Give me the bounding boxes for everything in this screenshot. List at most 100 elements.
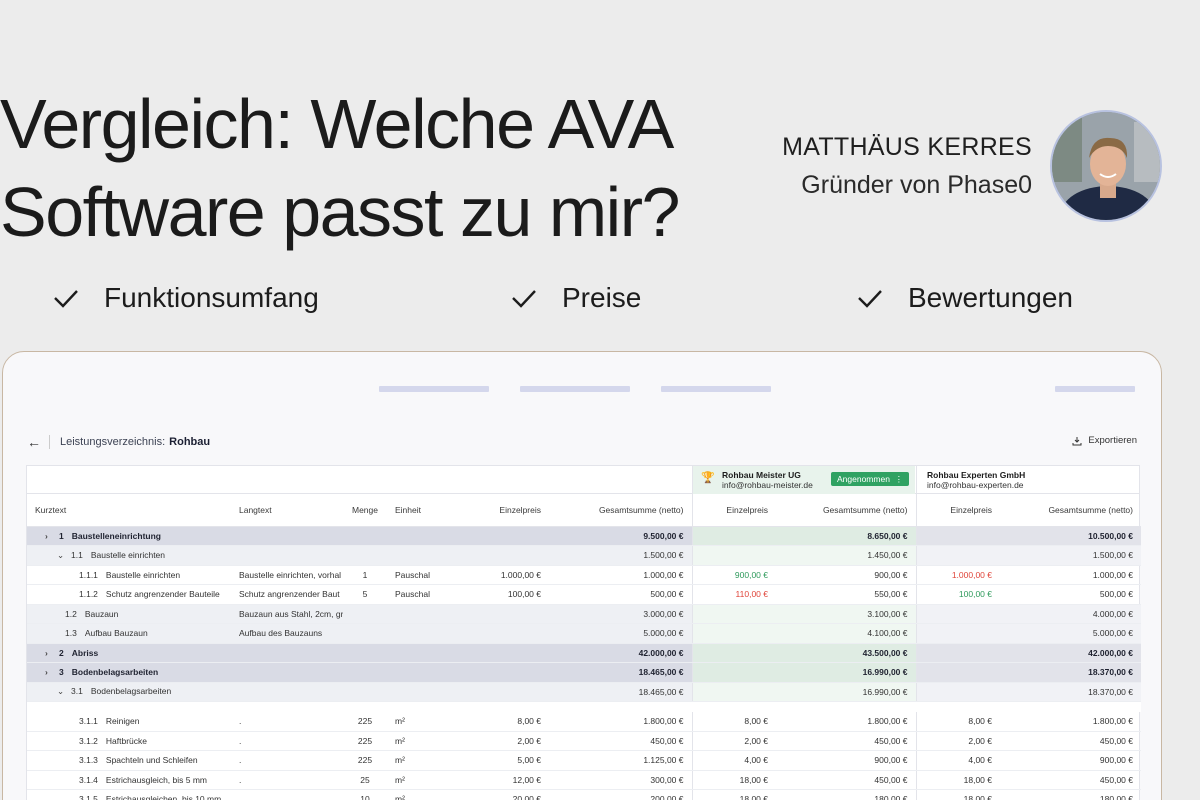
- cell-vendor2-einzelpreis: [915, 623, 1000, 644]
- table-row[interactable]: 3.1.2 Haftbrücke. 225 m² 2,00 €450,00 €2,00 …: [27, 731, 1141, 751]
- table-row[interactable]: 1.1.2 Schutz angrenzender Bauteile Schutz …: [27, 584, 1141, 605]
- cell-einzelpreis: [467, 545, 549, 566]
- column-header-vendor2-gesamtsumme[interactable]: Gesamtsumme (netto): [1000, 494, 1141, 527]
- checkmark-icon: [858, 290, 882, 308]
- column-header-einheit[interactable]: Einheit: [387, 494, 467, 527]
- cell-gesamtsumme: 1.000,00 €: [549, 565, 692, 585]
- column-header-vendor1-einzelpreis[interactable]: Einzelpreis: [691, 494, 776, 527]
- cell-kurztext: 1.2 Bauzaun: [27, 604, 231, 624]
- headline-line-1: Vergleich: Welche AVA: [0, 85, 674, 163]
- cell-einheit: Pauschal: [387, 584, 467, 605]
- position-number: 3.1.4: [79, 774, 98, 785]
- table-group-row[interactable]: › 1 Baustelleneinrichtung 9.500,00 € 8.650,0…: [27, 526, 1141, 546]
- cell-vendor1-einzelpreis: 8,00 €: [691, 711, 776, 732]
- comparison-table: 🏆 Rohbau Meister UG info@rohbau-meister.…: [26, 465, 1141, 800]
- cell-vendor2-gesamtsumme: 10.500,00 €: [1000, 526, 1141, 546]
- table-row[interactable]: 3.1.1 Reinigen. 225 m² 8,00 €1.800,00 €8,00 …: [27, 711, 1141, 732]
- cell-einheit: m²: [387, 750, 467, 771]
- vendor-header-rohbau-meister: 🏆 Rohbau Meister UG info@rohbau-meister.…: [692, 466, 915, 494]
- cell-vendor1-gesamtsumme: 16.990,00 €: [776, 682, 916, 702]
- cell-kurztext: ⌄ 1.1 Baustelle einrichten: [27, 545, 231, 566]
- cell-vendor2-gesamtsumme: 1.000,00 €: [1000, 565, 1141, 585]
- table-row[interactable]: 3.1.3 Spachteln und Schleifen. 225 m² 5,00 €…: [27, 750, 1141, 771]
- cell-einzelpreis: [467, 643, 549, 663]
- cell-vendor1-gesamtsumme: 900,00 €: [776, 750, 916, 771]
- position-label: Aufbau Bauzaun: [84, 628, 148, 639]
- cell-einheit: [387, 604, 467, 624]
- cell-vendor1-einzelpreis: [691, 623, 776, 644]
- cell-vendor2-einzelpreis: [915, 682, 1000, 702]
- cell-gesamtsumme: 500,00 €: [549, 584, 692, 605]
- table-row[interactable]: 3.1.4 Estrichausgleich, bis 5 mm. 25 m² 12,0…: [27, 770, 1141, 790]
- cell-kurztext: 1.1.1 Baustelle einrichten: [27, 565, 231, 585]
- cell-gesamtsumme: 9.500,00 €: [549, 526, 692, 546]
- cell-menge: 25: [343, 770, 387, 790]
- chevron-right-icon[interactable]: ›: [45, 648, 59, 658]
- cell-einheit: [387, 643, 467, 663]
- chevron-right-icon[interactable]: ›: [45, 667, 59, 677]
- cell-menge: 10: [343, 789, 387, 800]
- back-arrow-icon[interactable]: ←: [27, 434, 41, 450]
- author-info: MATTHÄUS KERRES Gründer von Phase0: [782, 132, 1032, 200]
- cell-vendor1-gesamtsumme: 900,00 €: [776, 565, 916, 585]
- column-header-langtext[interactable]: Langtext: [231, 494, 343, 527]
- position-number: 1.3: [65, 628, 77, 639]
- cell-vendor1-gesamtsumme: 550,00 €: [776, 584, 916, 605]
- nav-tab-placeholder-4[interactable]: [1055, 386, 1135, 392]
- cell-gesamtsumme: 18.465,00 €: [549, 682, 692, 702]
- cell-langtext: Schutz angrenzender Baut: [231, 584, 343, 605]
- cell-vendor1-einzelpreis: [691, 662, 776, 683]
- export-button[interactable]: Exportieren: [1072, 435, 1137, 446]
- nav-tab-placeholder-3[interactable]: [661, 386, 771, 392]
- table-subgroup-row[interactable]: ⌄ 1.1 Baustelle einrichten 1.500,00 € 1.450,…: [27, 545, 1141, 566]
- cell-vendor2-einzelpreis: 1.000,00 €: [915, 565, 1000, 585]
- cell-gesamtsumme: 1.125,00 €: [549, 750, 692, 771]
- chevron-down-icon[interactable]: ⌄: [57, 550, 71, 561]
- table-row[interactable]: 3.1.5 Estrichausgleichen, bis 10 mm. 10 m² 2…: [27, 789, 1141, 800]
- cell-langtext: [231, 545, 343, 566]
- cell-kurztext: › 1 Baustelleneinrichtung: [27, 526, 231, 546]
- nav-tab-placeholder-1[interactable]: [379, 386, 489, 392]
- position-number: 3.1.3: [79, 755, 98, 766]
- cell-einheit: [387, 526, 467, 546]
- nav-tab-placeholder-2[interactable]: [520, 386, 630, 392]
- cell-vendor2-einzelpreis: 8,00 €: [915, 711, 1000, 732]
- table-subgroup-row[interactable]: 1.2 Bauzaun Bauzaun aus Stahl, 2cm, gro 3.0…: [27, 604, 1141, 624]
- cell-vendor1-gesamtsumme: 16.990,00 €: [776, 662, 916, 683]
- column-header-menge[interactable]: Menge: [343, 494, 387, 527]
- cell-langtext: [231, 682, 343, 702]
- column-header-vendor1-gesamtsumme[interactable]: Gesamtsumme (netto): [776, 494, 916, 527]
- table-group-row[interactable]: › 3 Bodenbelagsarbeiten 18.465,00 € 16.990,0…: [27, 662, 1141, 683]
- position-label: Baustelle einrichten: [90, 549, 166, 560]
- cell-vendor2-gesamtsumme: 18.370,00 €: [1000, 682, 1141, 702]
- cell-gesamtsumme: 42.000,00 €: [549, 643, 692, 663]
- cell-vendor1-einzelpreis: [691, 682, 776, 702]
- cell-gesamtsumme: 300,00 €: [549, 770, 692, 790]
- author-role: Gründer von Phase0: [801, 171, 1032, 199]
- cell-einheit: Pauschal: [387, 565, 467, 585]
- column-header-einzelpreis[interactable]: Einzelpreis: [467, 494, 549, 527]
- position-number: 1.2: [65, 608, 77, 619]
- cell-menge: [343, 623, 387, 644]
- cell-kurztext: 3.1.1 Reinigen: [27, 711, 231, 732]
- cell-vendor2-gesamtsumme: 450,00 €: [1000, 731, 1141, 751]
- chevron-down-icon[interactable]: ⌄: [57, 686, 71, 697]
- chevron-right-icon[interactable]: ›: [45, 531, 59, 541]
- column-header-vendor2-einzelpreis[interactable]: Einzelpreis: [915, 494, 1000, 527]
- table-subgroup-row[interactable]: ⌄ 3.1 Bodenbelagsarbeiten 18.465,00 € 16.990…: [27, 682, 1141, 702]
- divider: [49, 435, 50, 449]
- table-subgroup-row[interactable]: 1.3 Aufbau Bauzaun Aufbau des Bauzauns 5.00…: [27, 623, 1141, 644]
- position-label: Baustelleneinrichtung: [71, 530, 161, 541]
- position-label: Schutz angrenzender Bauteile: [105, 589, 220, 600]
- breadcrumb-prefix: Leistungsverzeichnis:: [60, 436, 166, 448]
- cell-vendor2-einzelpreis: 100,00 €: [915, 584, 1000, 605]
- position-number: 1.1.1: [79, 569, 98, 580]
- cell-menge: [343, 682, 387, 702]
- table-row[interactable]: 1.1.1 Baustelle einrichten Baustelle einri…: [27, 565, 1141, 585]
- column-header-gesamtsumme[interactable]: Gesamtsumme (netto): [549, 494, 692, 527]
- column-header-kurztext[interactable]: Kurztext: [27, 494, 231, 527]
- feature-item-funktionsumfang: Funktionsumfang: [52, 282, 319, 314]
- status-badge[interactable]: Angenommen ⋮: [831, 472, 910, 486]
- cell-vendor1-gesamtsumme: 180,00 €: [776, 789, 916, 800]
- table-group-row[interactable]: › 2 Abriss 42.000,00 € 43.500,00 € 42.000,00 …: [27, 643, 1141, 663]
